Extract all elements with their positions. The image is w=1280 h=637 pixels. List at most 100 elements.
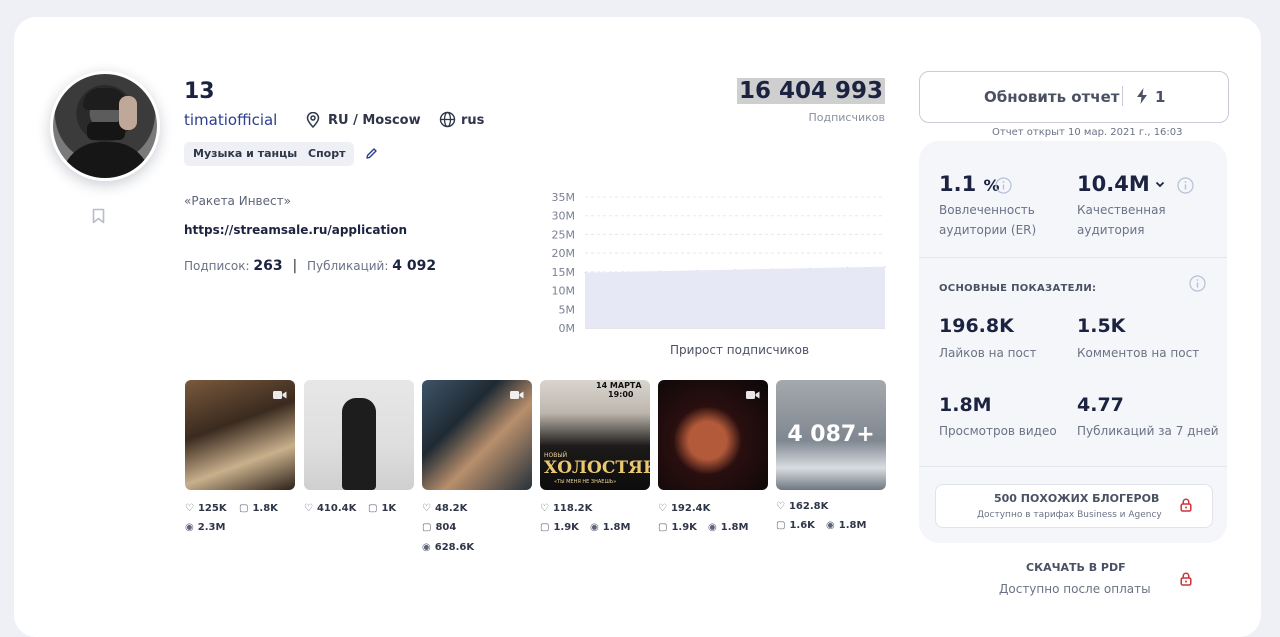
more-posts-count[interactable]: 4 087+ [776, 422, 886, 447]
profile-link[interactable]: https://streamsale.ru/application [184, 223, 407, 237]
followers-growth-chart: 35M 30M 25M 20M 15M 10M 5M 0M [552, 191, 886, 335]
chart-y-tick-label: 35M [552, 191, 576, 204]
chart-y-tick-label: 15M [552, 266, 576, 279]
qa-label: Качественная аудитория [1077, 200, 1166, 240]
video-camera-icon [273, 391, 287, 399]
profile-stats: Подписок: 263 | Публикаций: 4 092 [184, 258, 436, 274]
views-value: 2.3M [197, 522, 226, 533]
comments-stat: ▢ 1.8K [239, 503, 278, 514]
info-icon[interactable] [995, 177, 1012, 194]
similar-bloggers-subtitle: Доступно в тарифах Business и Agency [977, 510, 1162, 520]
report-date: Отчет открыт 10 мар. 2021 г., 16:03 [992, 127, 1183, 138]
chart-y-tick-label: 20M [552, 247, 576, 260]
views-icon: ◉ [708, 522, 717, 533]
post-thumbnail[interactable] [658, 380, 768, 490]
edit-pencil-icon[interactable] [365, 147, 378, 160]
er-value: 1.1 [939, 172, 977, 196]
chart-y-tick-label: 25M [552, 228, 576, 241]
likes-value: 162.8K [788, 501, 829, 512]
likes-icon: ♡ [658, 503, 667, 514]
similar-bloggers-button[interactable] [935, 484, 1213, 528]
profile-location: RU / Moscow [328, 113, 421, 128]
er-label: Вовлеченность аудитории (ER) [939, 200, 1036, 240]
comments-value: 1.9K [671, 522, 697, 533]
profile-name: 13 [184, 79, 215, 104]
er-value-wrap: 1.1 % [939, 172, 1000, 196]
likes-icon: ♡ [540, 503, 549, 514]
download-pdf-title[interactable]: СКАЧАТЬ В PDF [1026, 561, 1126, 574]
views-value: 628.6K [434, 542, 475, 553]
post-overlay-time: 19:00 [608, 390, 634, 399]
chart-y-tick-label: 5M [559, 303, 576, 316]
info-icon[interactable] [1177, 177, 1194, 194]
refresh-report-label: Обновить отчет [984, 88, 1120, 106]
comments-per-post-value: 1.5K [1077, 315, 1126, 337]
likes-stat: ♡ 162.8K [776, 501, 828, 512]
chart-data-point [771, 268, 774, 270]
video-camera-icon [510, 391, 524, 399]
likes-stat: ♡ 192.4K [658, 503, 710, 514]
views-value: 1.8M [720, 522, 749, 533]
similar-bloggers-title: 500 ПОХОЖИХ БЛОГЕРОВ [994, 492, 1160, 505]
weekly-posts-value: 4.77 [1077, 394, 1124, 416]
likes-icon: ♡ [304, 503, 313, 514]
qa-value: 10.4M [1077, 172, 1150, 196]
chart-data-point [696, 269, 699, 271]
chart-data-point [734, 269, 736, 271]
stats-divider: | [292, 258, 298, 274]
chart-series-area [585, 266, 885, 328]
profile-bio: «Ракета Инвест» [184, 194, 291, 208]
bolt-icon [1137, 88, 1147, 104]
post-thumbnail[interactable] [304, 380, 414, 490]
comments-stat: ▢ 1.6K [776, 520, 815, 531]
followers-count: 16 404 993 [736, 78, 885, 104]
comments-icon: ▢ [776, 520, 786, 531]
comments-icon: ▢ [368, 503, 378, 514]
section-title: ОСНОВНЫЕ ПОКАЗАТЕЛИ: [939, 283, 1097, 294]
chart-y-tick-label: 30M [552, 210, 576, 223]
lock-icon [1180, 572, 1192, 586]
lock-icon [1180, 498, 1192, 512]
likes-value: 410.4K [316, 503, 357, 514]
comments-stat: ▢ 804 [422, 522, 456, 533]
views-icon: ◉ [422, 542, 431, 553]
views-icon: ◉ [185, 522, 194, 533]
comments-stat: ▢ 1.9K [658, 522, 697, 533]
comments-value: 804 [435, 522, 457, 533]
tag-music[interactable]: Музыка и танцы [184, 142, 307, 166]
post-thumbnail[interactable] [185, 380, 295, 490]
post-overlay-title: ХОЛОСТЯК [544, 458, 650, 478]
comments-value: 1.9K [553, 522, 579, 533]
post-thumbnail[interactable]: 4 087+ [776, 380, 886, 490]
profile-username[interactable]: timatiofficial [184, 111, 277, 129]
likes-value: 125K [197, 503, 227, 514]
following-count: 263 [253, 258, 283, 274]
likes-stat: ♡ 125K [185, 503, 227, 514]
likes-per-post-value: 196.8K [939, 315, 1014, 337]
bookmark-icon[interactable] [92, 208, 105, 224]
qa-label-line1: Качественная [1077, 203, 1166, 217]
views-value: 1.8M [602, 522, 631, 533]
comments-value: 1K [381, 503, 397, 514]
chart-data-point [809, 267, 811, 269]
video-camera-icon [746, 391, 760, 399]
post-thumbnail[interactable] [422, 380, 532, 490]
tag-sport[interactable]: Спорт [299, 142, 355, 166]
comments-icon: ▢ [658, 522, 668, 533]
likes-icon: ♡ [776, 501, 785, 512]
panel-divider-2 [919, 466, 1227, 467]
likes-icon: ♡ [185, 503, 194, 514]
comments-icon: ▢ [422, 522, 432, 533]
qa-label-line2: аудитория [1077, 223, 1145, 237]
post-thumbnail[interactable]: 14 МАРТА 19:00 НОВЫЙ ХОЛОСТЯК «ТЫ МЕНЯ НЕ ЗН… [540, 380, 650, 490]
comments-per-post-label: Комментов на пост [1077, 346, 1200, 360]
likes-value: 48.2K [434, 503, 468, 514]
likes-stat: ♡ 118.2K [540, 503, 592, 514]
comments-stat: ▢ 1K [368, 503, 396, 514]
following-label: Подписок: [184, 259, 250, 273]
post-figure [342, 398, 376, 490]
chevron-down-icon[interactable] [1155, 181, 1165, 188]
views-stat: ◉ 1.8M [708, 522, 748, 533]
info-icon[interactable] [1189, 275, 1206, 292]
comments-icon: ▢ [540, 522, 550, 533]
